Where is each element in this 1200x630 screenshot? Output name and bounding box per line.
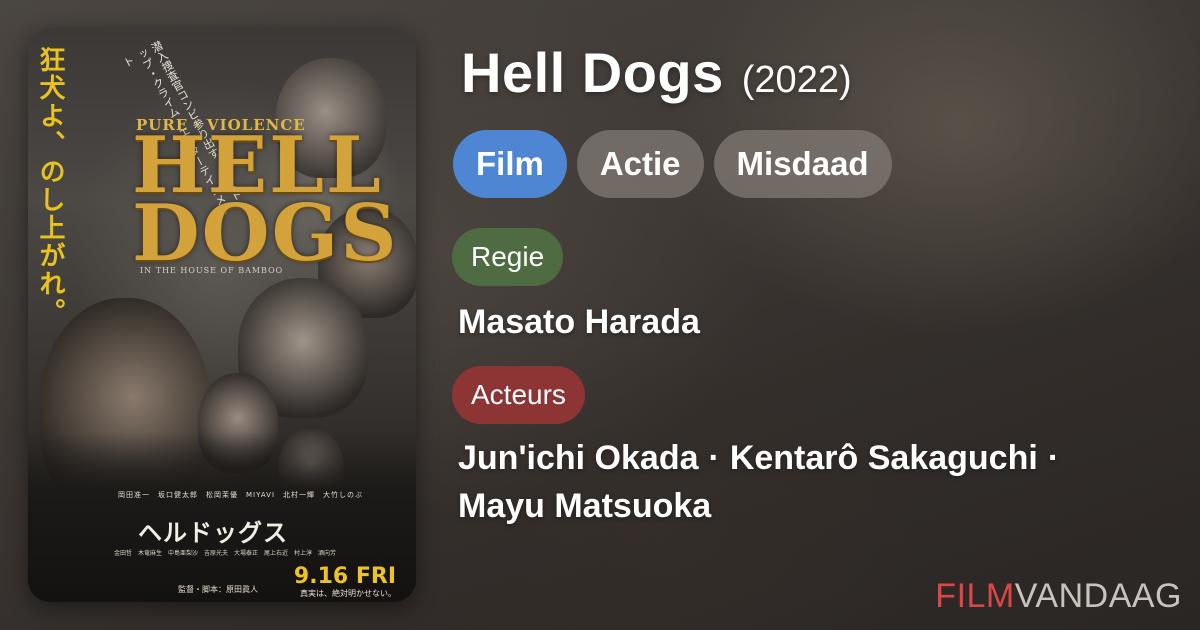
actor-name[interactable]: Kentarô Sakaguchi	[730, 439, 1038, 477]
brand-film: FILM	[935, 577, 1015, 615]
genre-chips: Film Actie Misdaad	[453, 130, 892, 198]
cast-label: Acteurs	[452, 366, 585, 424]
poster-logo: HELL DOGS	[132, 120, 399, 279]
actor-name[interactable]: Mayu Matsuoka	[458, 487, 711, 525]
director-name[interactable]: Masato Harada	[458, 298, 700, 346]
poster-credits-small: 金田哲 木竜麻生 中島亜梨沙 吉原光夫 大場泰正 尾上右近 村上淳 酒向芳	[114, 550, 337, 557]
actor-separator: ·	[708, 439, 720, 477]
poster-side-text: 狂犬よ、のし上がれ。	[35, 46, 65, 326]
movie-year: (2022)	[741, 59, 852, 101]
actor-name[interactable]: Jun'ichi Okada	[458, 439, 699, 477]
poster-credits: 岡田准一 坂口健太郎 松岡茉優 MIYAVI 北村一輝 大竹しのぶ	[118, 491, 364, 499]
cast-list: Jun'ichi Okada · Kentarô Sakaguchi · Mayu Ma…	[458, 434, 1158, 530]
genre-chip-actie[interactable]: Actie	[576, 130, 704, 198]
genre-chip-misdaad[interactable]: Misdaad	[713, 130, 892, 198]
filmvandaag-logo[interactable]: FILMVANDAAG	[935, 577, 1182, 616]
poster-release-date: 9.16 FRI	[293, 564, 396, 589]
brand-vandaag: VANDAAG	[1014, 577, 1182, 615]
poster-date-caption: 真実は、絶対明かせない。	[300, 589, 396, 598]
title-row: Hell Dogs (2022)	[461, 40, 852, 110]
movie-title: Hell Dogs	[461, 41, 724, 104]
poster-director-credit: 監督・脚本：原田眞人	[178, 585, 258, 594]
poster-subtitle: IN THE HOUSE OF BAMBOO	[140, 266, 284, 275]
actor-separator: ·	[1047, 439, 1060, 477]
poster-jp-title: ヘルドッグス	[138, 519, 288, 547]
movie-poster[interactable]: 狂犬よ、のし上がれ。 潜入捜査官コンビ参り出す ノンストップ・クライム・エンター…	[28, 28, 416, 602]
director-label: Regie	[452, 228, 564, 286]
genre-chip-film[interactable]: Film	[453, 130, 567, 198]
